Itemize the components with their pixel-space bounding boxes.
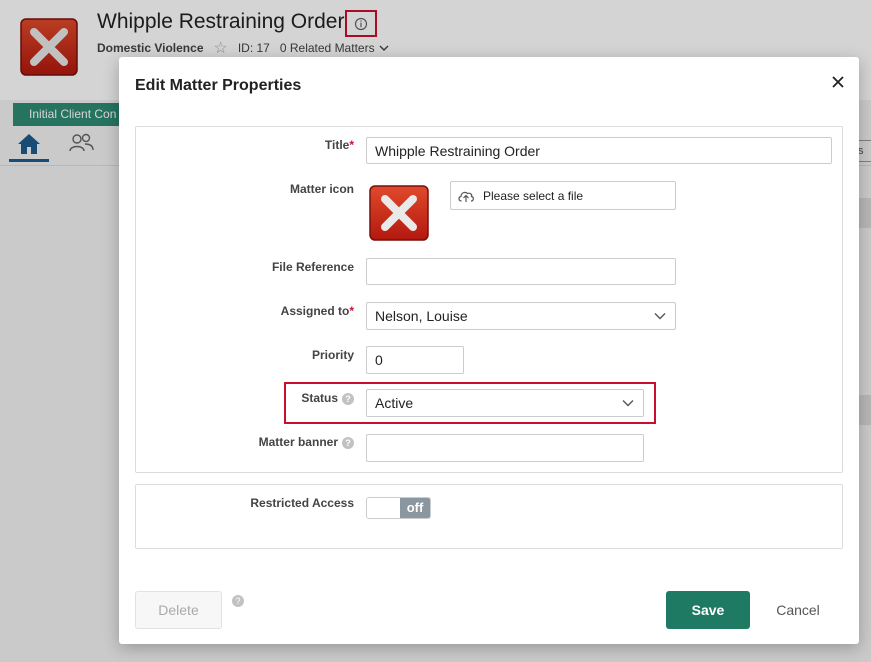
title-input[interactable]: Whipple Restraining Order [366, 137, 832, 164]
matter-banner-input[interactable] [366, 434, 644, 462]
access-panel: Restricted Access [135, 484, 843, 549]
file-select-label: Please select a file [483, 188, 584, 203]
priority-label: Priority [311, 348, 354, 362]
delete-button[interactable]: Delete [135, 591, 222, 629]
close-button[interactable] [827, 71, 849, 93]
cancel-button[interactable]: Cancel [760, 591, 836, 629]
save-button[interactable]: Save [666, 591, 750, 629]
toggle-knob [367, 498, 400, 518]
title-label: Title* [324, 138, 354, 152]
chevron-down-icon [654, 313, 666, 320]
dialog-title: Edit Matter Properties [135, 77, 302, 94]
assigned-to-select[interactable]: Nelson, Louise [366, 302, 676, 330]
red-x-icon [369, 185, 429, 241]
help-icon[interactable]: ? [342, 437, 354, 449]
matter-banner-label: Matter banner? [144, 435, 354, 449]
restricted-access-label: Restricted Access [250, 496, 354, 510]
priority-input[interactable]: 0 [366, 346, 464, 374]
file-select-button[interactable]: Please select a file [450, 181, 676, 210]
edit-matter-dialog: Edit Matter Properties Title* Whipple Re… [119, 57, 859, 644]
assigned-to-label: Assigned to* [280, 304, 354, 318]
toggle-state: off [400, 498, 430, 518]
help-icon[interactable]: ? [232, 595, 244, 607]
matter-icon-label: Matter icon [289, 182, 354, 196]
restricted-access-toggle[interactable]: off [366, 497, 431, 519]
file-reference-input[interactable] [366, 258, 676, 285]
file-reference-label: File Reference [271, 260, 354, 274]
status-highlight [284, 382, 656, 424]
cloud-upload-icon [458, 191, 474, 202]
assigned-to-value: Nelson, Louise [375, 308, 468, 324]
close-icon [832, 76, 844, 88]
